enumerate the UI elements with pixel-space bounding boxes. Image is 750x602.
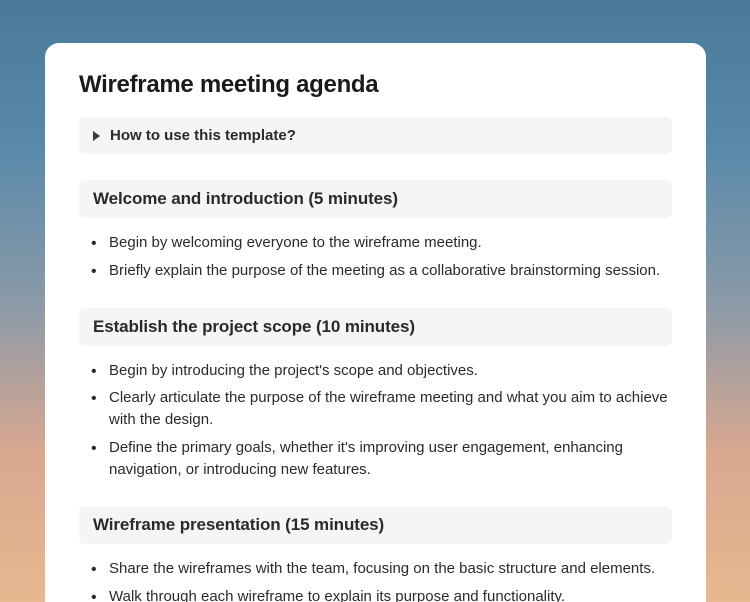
how-to-use-toggle[interactable]: How to use this template? [79,117,672,154]
list-item: Begin by welcoming everyone to the wiref… [91,232,672,254]
section-header-welcome: Welcome and introduction (5 minutes) [79,180,672,218]
section-heading: Wireframe presentation (15 minutes) [93,515,658,535]
bullet-list: Begin by introducing the project's scope… [79,360,672,481]
list-item: Share the wireframes with the team, focu… [91,558,672,580]
list-item: Define the primary goals, whether it's i… [91,437,672,481]
chevron-right-icon [93,131,100,141]
list-item: Begin by introducing the project's scope… [91,360,672,382]
document-card: Wireframe meeting agenda How to use this… [45,43,706,602]
bullet-list: Share the wireframes with the team, focu… [79,558,672,602]
section-heading: Welcome and introduction (5 minutes) [93,189,658,209]
list-item: Walk through each wireframe to explain i… [91,586,672,602]
section-header-scope: Establish the project scope (10 minutes) [79,308,672,346]
list-item: Clearly articulate the purpose of the wi… [91,387,672,431]
bullet-list: Begin by welcoming everyone to the wiref… [79,232,672,282]
list-item: Briefly explain the purpose of the meeti… [91,260,672,282]
section-header-presentation: Wireframe presentation (15 minutes) [79,506,672,544]
how-to-use-label: How to use this template? [110,127,296,144]
section-heading: Establish the project scope (10 minutes) [93,317,658,337]
page-title: Wireframe meeting agenda [79,71,672,99]
